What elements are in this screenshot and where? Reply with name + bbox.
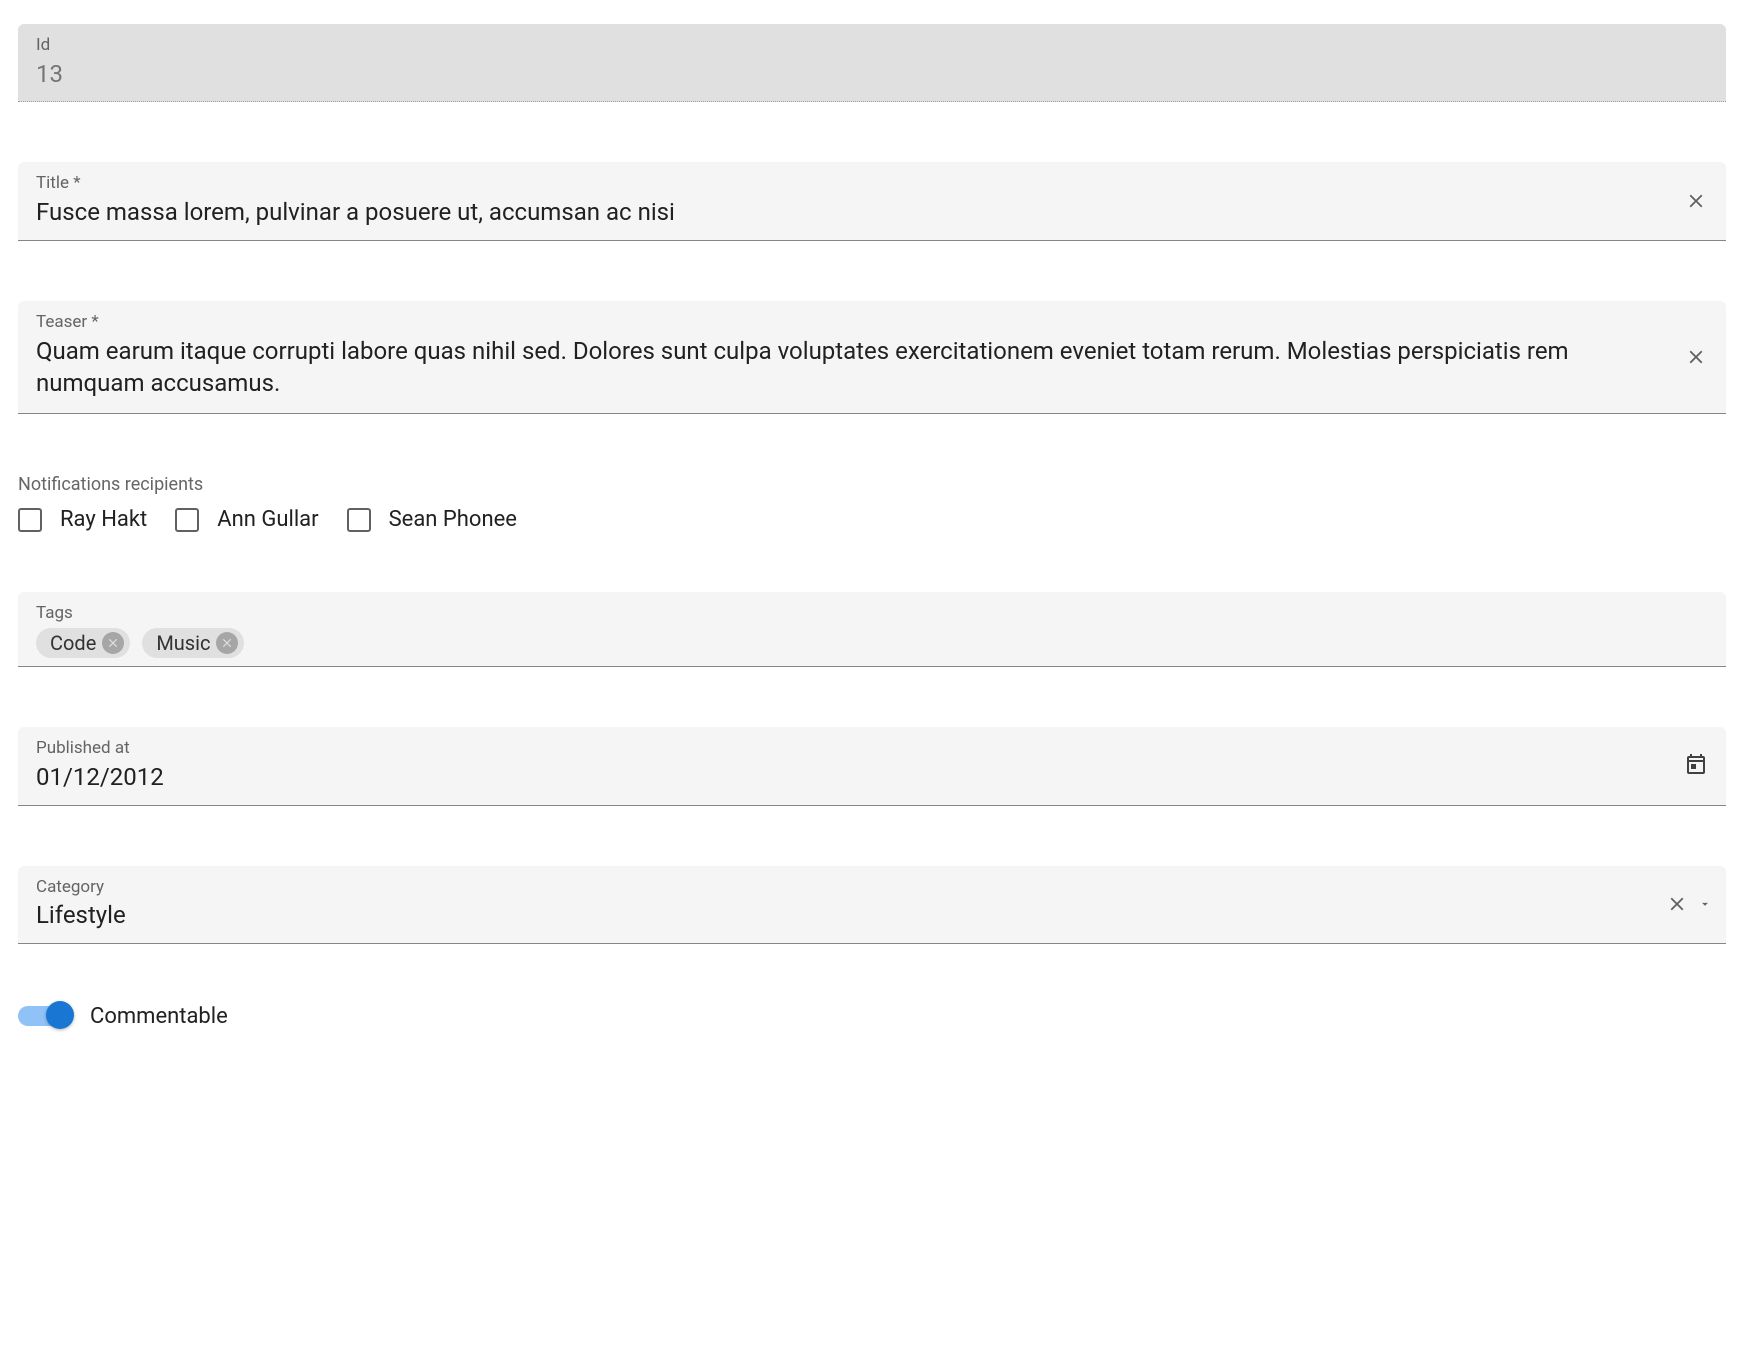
checkbox-label: Sean Phonee: [389, 507, 517, 532]
tags-label: Tags: [36, 602, 1708, 626]
published-at-label: Published at: [36, 737, 1708, 761]
id-value: 13: [36, 58, 1658, 92]
calendar-button[interactable]: [1684, 752, 1708, 780]
published-at-input[interactable]: [36, 761, 1658, 795]
category-clear-button[interactable]: [1666, 893, 1688, 915]
tag-chip-music: Music: [142, 628, 244, 658]
calendar-icon: [1684, 752, 1708, 776]
category-dropdown-button[interactable]: [1698, 897, 1712, 911]
close-icon: [1685, 346, 1707, 368]
title-clear-button[interactable]: [1684, 189, 1708, 213]
commentable-row: Commentable: [18, 1004, 1726, 1029]
checkbox-box[interactable]: [347, 508, 371, 532]
category-controls: [1666, 893, 1712, 915]
checkbox-box[interactable]: [175, 508, 199, 532]
tags-field[interactable]: Tags Code Music: [18, 592, 1726, 667]
id-label: Id: [36, 34, 1708, 58]
chevron-down-icon: [1698, 897, 1712, 911]
checkbox-item-ann-gullar[interactable]: Ann Gullar: [175, 507, 318, 532]
id-field: Id 13: [18, 24, 1726, 102]
close-icon: [1685, 190, 1707, 212]
teaser-label: Teaser *: [36, 311, 1708, 335]
teaser-clear-button[interactable]: [1684, 345, 1708, 369]
category-label: Category: [36, 876, 1708, 900]
checkbox-item-ray-hakt[interactable]: Ray Hakt: [18, 507, 147, 532]
chip-remove-button[interactable]: [216, 632, 238, 654]
chip-remove-button[interactable]: [102, 632, 124, 654]
switch-thumb: [46, 1001, 74, 1029]
teaser-input[interactable]: [36, 335, 1658, 400]
chip-label: Code: [50, 631, 96, 655]
close-icon: [106, 636, 120, 650]
close-icon: [220, 636, 234, 650]
category-value[interactable]: Lifestyle: [36, 899, 1658, 933]
tags-chip-container: Code Music: [36, 628, 1708, 658]
title-label: Title *: [36, 172, 1708, 196]
notifications-row: Ray Hakt Ann Gullar Sean Phonee: [18, 507, 1726, 532]
commentable-switch[interactable]: [18, 1006, 70, 1026]
checkbox-label: Ann Gullar: [217, 507, 318, 532]
tag-chip-code: Code: [36, 628, 130, 658]
checkbox-box[interactable]: [18, 508, 42, 532]
checkbox-item-sean-phonee[interactable]: Sean Phonee: [347, 507, 517, 532]
published-at-field[interactable]: Published at: [18, 727, 1726, 805]
checkbox-label: Ray Hakt: [60, 507, 147, 532]
chip-label: Music: [156, 631, 210, 655]
commentable-label: Commentable: [90, 1004, 228, 1029]
title-input[interactable]: [36, 196, 1658, 230]
notifications-group: Notifications recipients Ray Hakt Ann Gu…: [18, 474, 1726, 532]
notifications-label: Notifications recipients: [18, 474, 1726, 495]
close-icon: [1666, 893, 1688, 915]
title-field[interactable]: Title *: [18, 162, 1726, 240]
category-field[interactable]: Category Lifestyle: [18, 866, 1726, 944]
teaser-field[interactable]: Teaser *: [18, 301, 1726, 415]
